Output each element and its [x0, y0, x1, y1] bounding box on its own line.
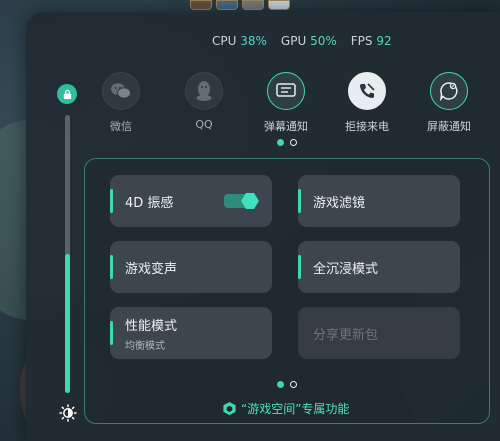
- app-qq[interactable]: QQ: [169, 72, 239, 131]
- app-barrage-notification[interactable]: 弹幕通知: [251, 72, 321, 134]
- page-dot-active[interactable]: [277, 381, 284, 388]
- game-space-exclusive-label: “游戏空间”专属功能: [222, 400, 349, 417]
- game-space-logo-icon: [223, 401, 236, 416]
- lock-icon: [63, 89, 71, 99]
- brightness-slider[interactable]: [65, 115, 70, 393]
- page-dot-active[interactable]: [277, 139, 284, 146]
- brightness-lock-button[interactable]: [57, 84, 77, 104]
- barrage-notification-icon: [267, 72, 305, 110]
- vibration-toggle[interactable]: [224, 192, 260, 210]
- brightness-icon: [59, 404, 77, 422]
- tile-performance-mode[interactable]: 性能模式 均衡模式: [110, 307, 272, 359]
- hero-avatar: [268, 0, 290, 10]
- app-wechat[interactable]: 微信: [86, 72, 156, 134]
- hero-avatars: [190, 0, 290, 10]
- wechat-icon: [102, 72, 140, 110]
- tile-4d-vibration[interactable]: 4D 振感: [110, 175, 272, 227]
- page-dot[interactable]: [290, 381, 297, 388]
- page-dot[interactable]: [290, 139, 297, 146]
- fps-stat: FPS 92: [350, 34, 392, 48]
- hero-avatar: [242, 0, 264, 10]
- feature-page-indicator[interactable]: [277, 381, 297, 388]
- app-page-indicator[interactable]: [277, 139, 297, 146]
- tile-immersive-mode[interactable]: 全沉浸模式: [298, 241, 460, 293]
- tile-voice-changer[interactable]: 游戏变声: [110, 241, 272, 293]
- reject-call-icon: [348, 72, 386, 110]
- qq-icon: [185, 72, 223, 110]
- tile-share-update-package[interactable]: 分享更新包: [298, 307, 460, 359]
- performance-stats: CPU 38% GPU 50% FPS 92: [212, 34, 392, 48]
- app-reject-call[interactable]: 拒接来电: [332, 72, 402, 134]
- block-notification-icon: [430, 72, 468, 110]
- hero-avatar: [190, 0, 212, 10]
- app-block-notification[interactable]: 屏蔽通知: [414, 72, 484, 134]
- brightness-slider-fill: [65, 254, 70, 393]
- hero-avatar: [216, 0, 238, 10]
- tile-game-filter[interactable]: 游戏滤镜: [298, 175, 460, 227]
- cpu-stat: CPU 38%: [212, 34, 267, 48]
- gpu-stat: GPU 50%: [280, 34, 337, 48]
